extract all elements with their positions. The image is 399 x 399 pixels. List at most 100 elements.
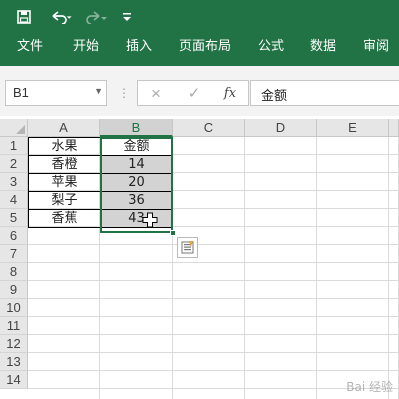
fill-handle[interactable] [170, 230, 176, 236]
row-header-4[interactable]: 4 [0, 191, 28, 209]
empty-cell[interactable] [173, 389, 245, 399]
empty-cell[interactable] [245, 281, 317, 299]
empty-cell[interactable] [245, 191, 317, 209]
column-header-c[interactable]: C [173, 119, 245, 137]
empty-cell[interactable] [100, 245, 173, 263]
empty-cell[interactable] [245, 155, 317, 173]
empty-cell[interactable] [100, 299, 173, 317]
empty-cell[interactable] [100, 227, 173, 245]
empty-cell[interactable] [389, 281, 399, 299]
empty-cell[interactable] [28, 353, 100, 371]
empty-cell[interactable] [28, 299, 100, 317]
row-header-10[interactable]: 10 [0, 299, 28, 317]
save-icon[interactable] [14, 0, 34, 33]
empty-cell[interactable] [100, 353, 173, 371]
empty-cell[interactable] [28, 335, 100, 353]
empty-cell[interactable] [389, 173, 399, 191]
empty-cell[interactable] [317, 227, 389, 245]
empty-cell[interactable] [28, 263, 100, 281]
empty-cell[interactable] [173, 263, 245, 281]
empty-cell[interactable] [28, 371, 100, 389]
empty-cell[interactable] [317, 191, 389, 209]
cell-a3[interactable]: 苹果 [28, 173, 101, 192]
quick-analysis-icon[interactable] [177, 237, 198, 258]
empty-cell[interactable] [28, 281, 100, 299]
empty-cell[interactable] [317, 155, 389, 173]
chevron-down-icon[interactable]: ▼ [94, 86, 103, 96]
empty-cell[interactable] [173, 281, 245, 299]
customize-toolbar-icon[interactable] [120, 0, 134, 33]
undo-icon[interactable] [48, 0, 76, 33]
empty-cell[interactable] [245, 335, 317, 353]
empty-cell[interactable] [389, 227, 399, 245]
empty-cell[interactable] [28, 317, 100, 335]
empty-cell[interactable] [317, 299, 389, 317]
empty-cell[interactable] [317, 209, 389, 227]
row-header-1[interactable]: 1 [0, 137, 28, 155]
empty-cell[interactable] [389, 155, 399, 173]
tab-insert[interactable]: 插入 [126, 33, 152, 61]
empty-cell[interactable] [389, 191, 399, 209]
cell-a4[interactable]: 梨子 [28, 191, 101, 210]
enter-icon[interactable]: ✓ [182, 84, 206, 104]
tab-page-layout[interactable]: 页面布局 [179, 33, 231, 61]
cell-a2[interactable]: 香橙 [28, 155, 101, 174]
empty-cell[interactable] [389, 209, 399, 227]
empty-cell[interactable] [173, 353, 245, 371]
empty-cell[interactable] [28, 227, 100, 245]
empty-cell[interactable] [173, 335, 245, 353]
select-all-button[interactable] [0, 119, 28, 137]
cell-b5[interactable]: 43 [100, 209, 173, 228]
insert-function-icon[interactable]: fx [218, 84, 242, 104]
empty-cell[interactable] [389, 137, 399, 155]
cell-b2[interactable]: 14 [100, 155, 173, 174]
empty-cell[interactable] [173, 371, 245, 389]
empty-cell[interactable] [317, 353, 389, 371]
tab-file[interactable]: 文件 [17, 33, 43, 61]
empty-cell[interactable] [245, 371, 317, 389]
empty-cell[interactable] [389, 263, 399, 281]
tab-home[interactable]: 开始 [73, 33, 99, 61]
column-header-b[interactable]: B [100, 119, 173, 137]
row-header-2[interactable]: 2 [0, 155, 28, 173]
empty-cell[interactable] [100, 281, 173, 299]
empty-cell[interactable] [245, 227, 317, 245]
empty-cell[interactable] [100, 335, 173, 353]
empty-cell[interactable] [173, 173, 245, 191]
cell-b4[interactable]: 36 [100, 191, 173, 210]
column-header-e[interactable]: E [317, 119, 389, 137]
row-header-3[interactable]: 3 [0, 173, 28, 191]
empty-cell[interactable] [100, 389, 173, 399]
empty-cell[interactable] [245, 137, 317, 155]
cell-b1[interactable]: 金额 [100, 137, 173, 156]
row-header-11[interactable]: 11 [0, 317, 28, 335]
redo-icon[interactable] [84, 0, 110, 33]
column-header-f[interactable] [389, 119, 399, 137]
empty-cell[interactable] [173, 299, 245, 317]
empty-cell[interactable] [317, 335, 389, 353]
empty-cell[interactable] [317, 173, 389, 191]
cell-a1[interactable]: 水果 [28, 137, 101, 156]
empty-cell[interactable] [317, 245, 389, 263]
empty-cell[interactable] [317, 281, 389, 299]
column-header-d[interactable]: D [245, 119, 317, 137]
empty-cell[interactable] [245, 245, 317, 263]
tab-data[interactable]: 数据 [310, 33, 336, 61]
empty-cell[interactable] [245, 353, 317, 371]
row-header-6[interactable]: 6 [0, 227, 28, 245]
empty-cell[interactable] [389, 317, 399, 335]
row-header-8[interactable]: 8 [0, 263, 28, 281]
empty-cell[interactable] [245, 389, 317, 399]
empty-cell[interactable] [317, 317, 389, 335]
empty-cell[interactable] [245, 209, 317, 227]
tab-formulas[interactable]: 公式 [258, 33, 284, 61]
empty-cell[interactable] [28, 389, 100, 399]
empty-cell[interactable] [389, 299, 399, 317]
empty-cell[interactable] [245, 317, 317, 335]
row-header-13[interactable]: 13 [0, 353, 28, 371]
empty-cell[interactable] [173, 191, 245, 209]
empty-cell[interactable] [173, 317, 245, 335]
empty-cell[interactable] [317, 137, 389, 155]
row-header-9[interactable]: 9 [0, 281, 28, 299]
column-header-a[interactable]: A [28, 119, 100, 137]
